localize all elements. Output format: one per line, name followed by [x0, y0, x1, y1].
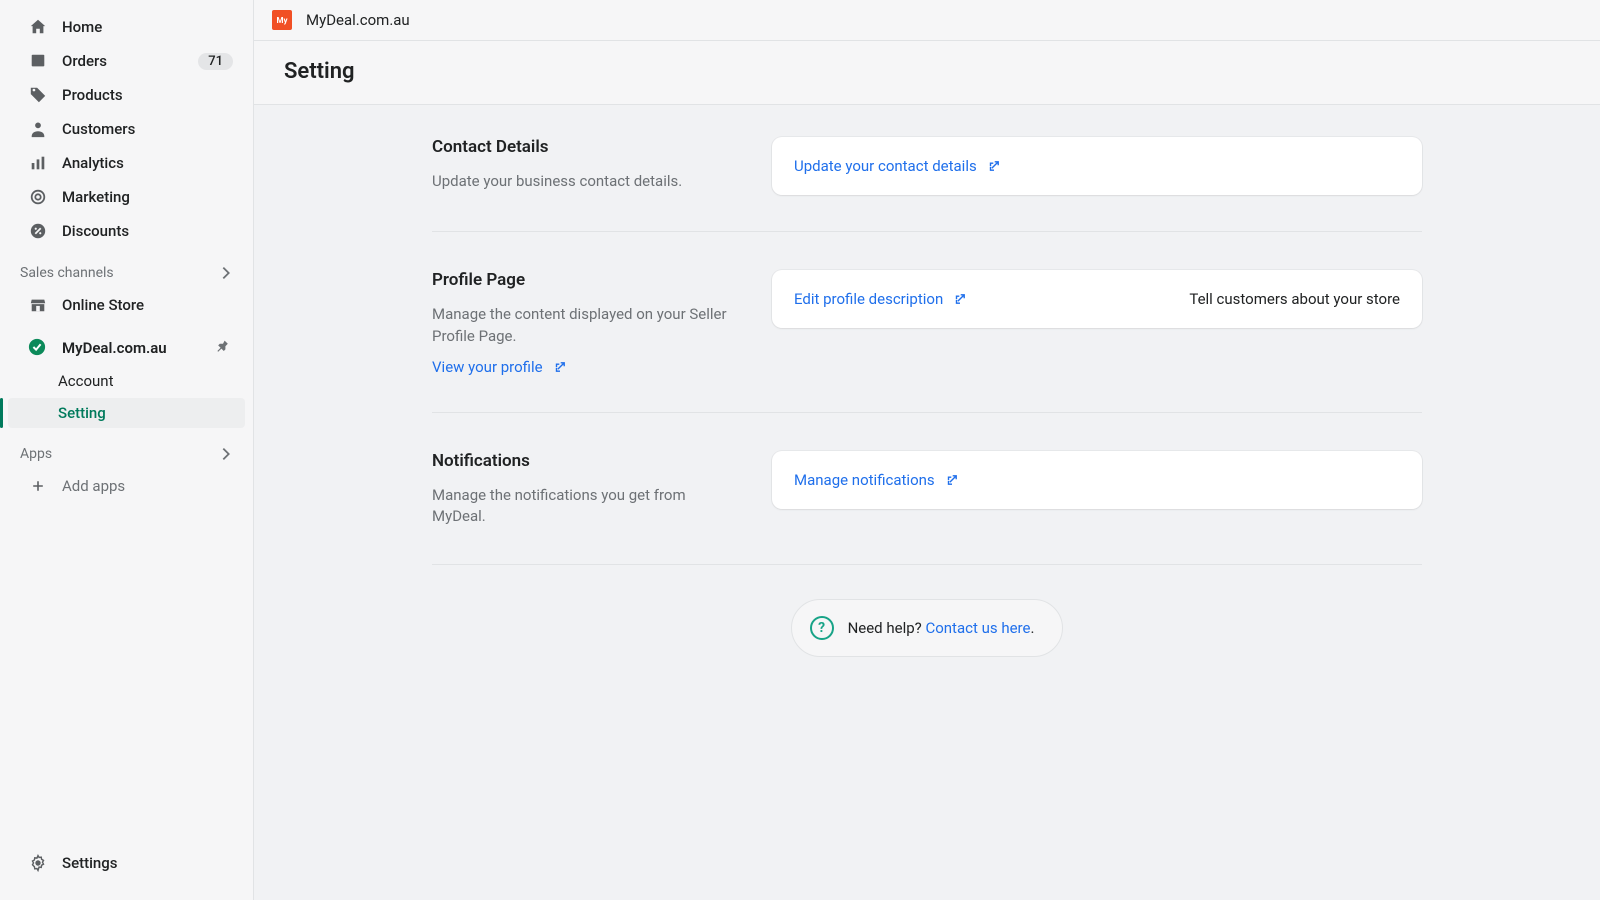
nav-item-discounts[interactable]: Discounts	[8, 215, 245, 247]
external-link-icon	[987, 159, 1001, 173]
nav-item-products[interactable]: Products	[8, 79, 245, 111]
analytics-icon	[28, 153, 48, 173]
help-icon: ?	[810, 616, 834, 640]
link-label: Update your contact details	[794, 157, 977, 175]
nav-sub-account[interactable]: Account	[8, 366, 245, 396]
pin-icon[interactable]	[215, 339, 233, 357]
update-contact-details-link[interactable]: Update your contact details	[794, 157, 1001, 175]
profile-tagline: Tell customers about your store	[1189, 290, 1400, 308]
nav-label: Home	[62, 18, 233, 36]
nav-item-online-store[interactable]: Online Store	[8, 289, 245, 321]
main-content: My MyDeal.com.au Setting Contact Details…	[254, 0, 1600, 900]
section-description: Manage the content displayed on your Sel…	[432, 304, 732, 348]
section-heading: Contact Details	[432, 137, 732, 157]
nav-label: Analytics	[62, 154, 233, 172]
home-icon	[28, 17, 48, 37]
help-text: Need help? Contact us here.	[848, 619, 1035, 637]
section-description: Update your business contact details.	[432, 171, 732, 193]
gear-icon	[28, 853, 48, 873]
nav-item-mydeal-channel[interactable]: MyDeal.com.au	[8, 332, 245, 364]
nav-label: Marketing	[62, 188, 233, 206]
nav-sub-setting[interactable]: Setting	[8, 398, 245, 428]
nav-label: MyDeal.com.au	[62, 339, 201, 357]
page-title: Setting	[284, 59, 1570, 84]
edit-profile-description-link[interactable]: Edit profile description	[794, 290, 967, 308]
nav-label: Account	[58, 372, 114, 390]
plus-icon	[28, 476, 48, 496]
link-label: View your profile	[432, 358, 543, 376]
section-description: Manage the notifications you get from My…	[432, 485, 732, 529]
help-callout: ? Need help? Contact us here.	[791, 599, 1064, 657]
help-suffix: .	[1030, 619, 1034, 637]
store-icon	[28, 295, 48, 315]
contact-details-card: Update your contact details	[772, 137, 1422, 195]
external-link-icon	[945, 473, 959, 487]
link-label: Edit profile description	[794, 290, 943, 308]
section-notifications: Notifications Manage the notifications y…	[432, 447, 1422, 566]
manage-notifications-link[interactable]: Manage notifications	[794, 471, 959, 489]
nav-label: Setting	[58, 404, 106, 422]
section-label: Sales channels	[20, 265, 114, 281]
sales-channels-header[interactable]: Sales channels	[0, 248, 253, 288]
nav-label: Add apps	[62, 477, 233, 495]
app-topbar: My MyDeal.com.au	[254, 0, 1600, 41]
contact-us-link[interactable]: Contact us here	[925, 619, 1030, 637]
person-icon	[28, 119, 48, 139]
profile-page-card: Edit profile description Tell customers …	[772, 270, 1422, 328]
nav-item-settings[interactable]: Settings	[8, 847, 245, 879]
chevron-right-icon	[217, 445, 235, 463]
nav-label: Discounts	[62, 222, 233, 240]
help-prompt: Need help?	[848, 619, 926, 637]
section-label: Apps	[20, 446, 52, 462]
nav-label: Online Store	[62, 296, 233, 314]
sidebar: Home Orders 71 Products Customers	[0, 0, 254, 900]
section-contact-details: Contact Details Update your business con…	[432, 133, 1422, 232]
section-profile-page: Profile Page Manage the content displaye…	[432, 266, 1422, 413]
notifications-card: Manage notifications	[772, 451, 1422, 509]
target-icon	[28, 187, 48, 207]
tag-icon	[28, 85, 48, 105]
nav-item-home[interactable]: Home	[8, 11, 245, 43]
apps-header[interactable]: Apps	[0, 429, 253, 469]
nav-item-customers[interactable]: Customers	[8, 113, 245, 145]
topbar-app-name: MyDeal.com.au	[306, 11, 410, 29]
nav-label: Settings	[62, 854, 233, 872]
nav-item-analytics[interactable]: Analytics	[8, 147, 245, 179]
nav-label: Customers	[62, 120, 233, 138]
nav-item-marketing[interactable]: Marketing	[8, 181, 245, 213]
nav-label: Orders	[62, 52, 184, 70]
orders-icon	[28, 51, 48, 71]
mydeal-logo-icon: My	[272, 10, 292, 30]
mydeal-app-icon	[28, 338, 48, 358]
external-link-icon	[953, 292, 967, 306]
orders-badge: 71	[198, 53, 233, 70]
chevron-right-icon	[217, 264, 235, 282]
view-profile-link[interactable]: View your profile	[432, 358, 567, 376]
link-label: Contact us here	[925, 619, 1030, 637]
external-link-icon	[553, 360, 567, 374]
nav-item-orders[interactable]: Orders 71	[8, 45, 245, 77]
nav-item-add-apps[interactable]: Add apps	[8, 470, 245, 502]
link-label: Manage notifications	[794, 471, 935, 489]
nav-label: Products	[62, 86, 233, 104]
section-heading: Profile Page	[432, 270, 732, 290]
discount-icon	[28, 221, 48, 241]
section-heading: Notifications	[432, 451, 732, 471]
page-header: Setting	[254, 41, 1600, 105]
